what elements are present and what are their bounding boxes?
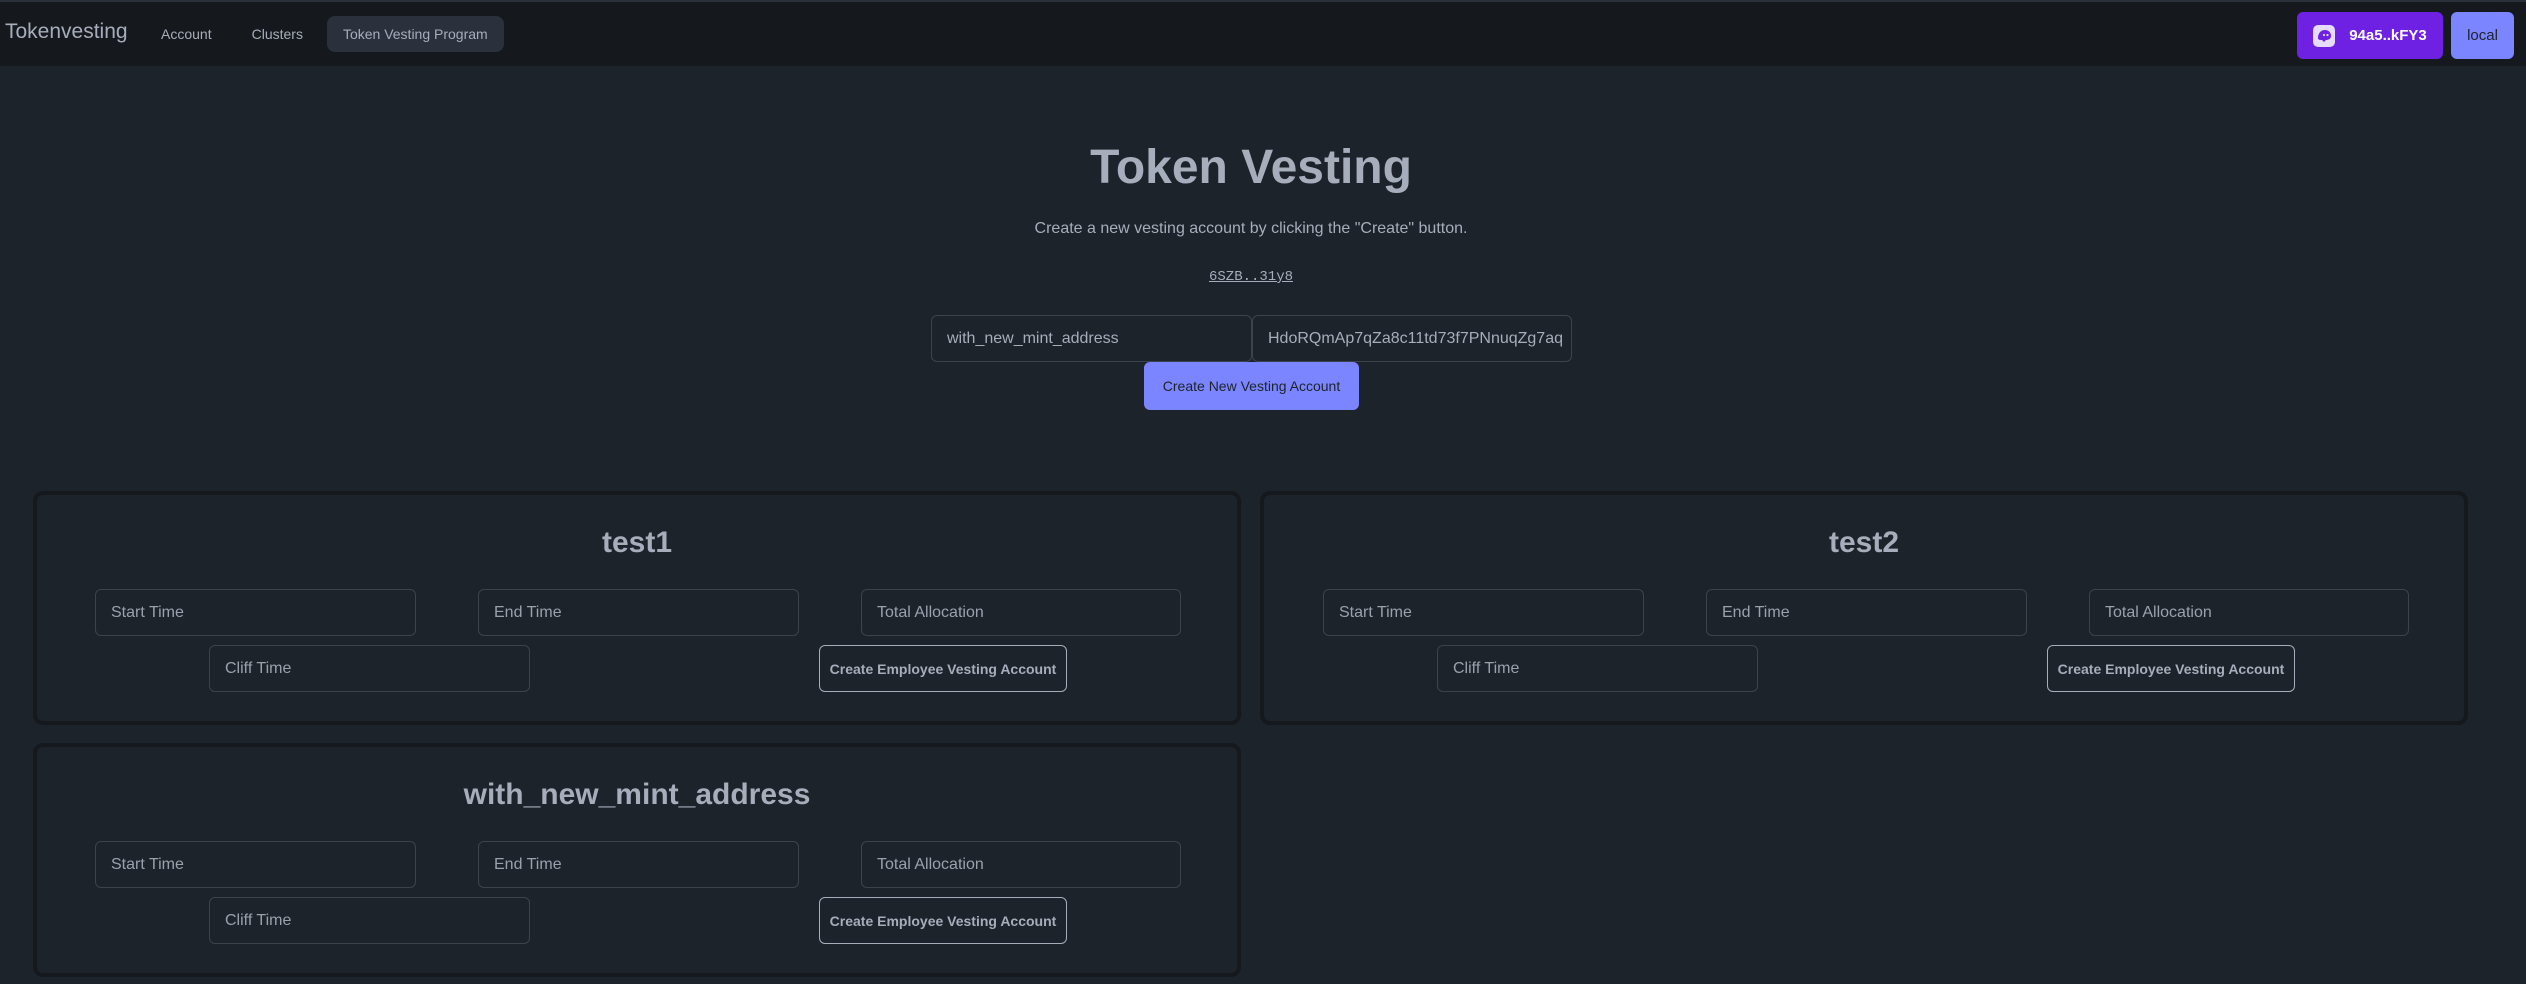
card-title: test1 [601, 526, 673, 559]
card-title: with_new_mint_address [463, 778, 811, 811]
cliff-time-input[interactable]: Cliff Time [209, 897, 530, 944]
cluster-button[interactable]: local [2451, 12, 2514, 59]
wallet-button[interactable]: 94a5..kFY3 [2297, 12, 2443, 59]
vesting-card-test2: test2 Start Time End Time Total Allocati… [1260, 491, 2468, 725]
create-employee-vesting-button[interactable]: Create Employee Vesting Account [819, 897, 1067, 944]
cliff-time-input[interactable]: Cliff Time [1437, 645, 1758, 692]
start-time-input[interactable]: Start Time [95, 841, 416, 888]
brand-logo[interactable]: Tokenvesting [5, 20, 128, 44]
end-time-input[interactable]: End Time [478, 589, 799, 636]
cliff-time-input[interactable]: Cliff Time [209, 645, 530, 692]
page-title: Token Vesting [1090, 141, 1412, 194]
total-allocation-input[interactable]: Total Allocation [2089, 589, 2409, 636]
card-title: test2 [1828, 526, 1900, 559]
program-address: 6SZB..31y8 [0, 269, 2502, 285]
phantom-wallet-icon [2313, 24, 2336, 47]
navbar: Tokenvesting Account Clusters Token Vest… [0, 0, 2526, 66]
wallet-address: 94a5..kFY3 [2349, 27, 2427, 44]
program-address-link[interactable]: 6SZB..31y8 [1209, 269, 1293, 285]
nav-link-token-vesting-program[interactable]: Token Vesting Program [326, 16, 504, 52]
total-allocation-input[interactable]: Total Allocation [861, 589, 1181, 636]
vesting-card-test1: test1 Start Time End Time Total Allocati… [33, 491, 1241, 725]
company-name-input[interactable]: with_new_mint_address [931, 315, 1252, 362]
nav-link-clusters[interactable]: Clusters [236, 16, 319, 52]
page-subtitle: Create a new vesting account by clicking… [1034, 220, 1468, 237]
total-allocation-input[interactable]: Total Allocation [861, 841, 1181, 888]
create-employee-vesting-button[interactable]: Create Employee Vesting Account [819, 645, 1067, 692]
nav-link-account[interactable]: Account [145, 16, 228, 52]
start-time-input[interactable]: Start Time [95, 589, 416, 636]
end-time-input[interactable]: End Time [1706, 589, 2027, 636]
create-vesting-account-button[interactable]: Create New Vesting Account [1144, 362, 1359, 410]
nav-links: Account Clusters Token Vesting Program [145, 16, 504, 52]
start-time-input[interactable]: Start Time [1323, 589, 1644, 636]
mint-address-input[interactable]: HdoRQmAp7qZa8c11td73f7PNnuqZg7aq [1252, 315, 1572, 362]
create-employee-vesting-button[interactable]: Create Employee Vesting Account [2047, 645, 2295, 692]
vesting-card-with-new-mint-address: with_new_mint_address Start Time End Tim… [33, 743, 1241, 977]
end-time-input[interactable]: End Time [478, 841, 799, 888]
